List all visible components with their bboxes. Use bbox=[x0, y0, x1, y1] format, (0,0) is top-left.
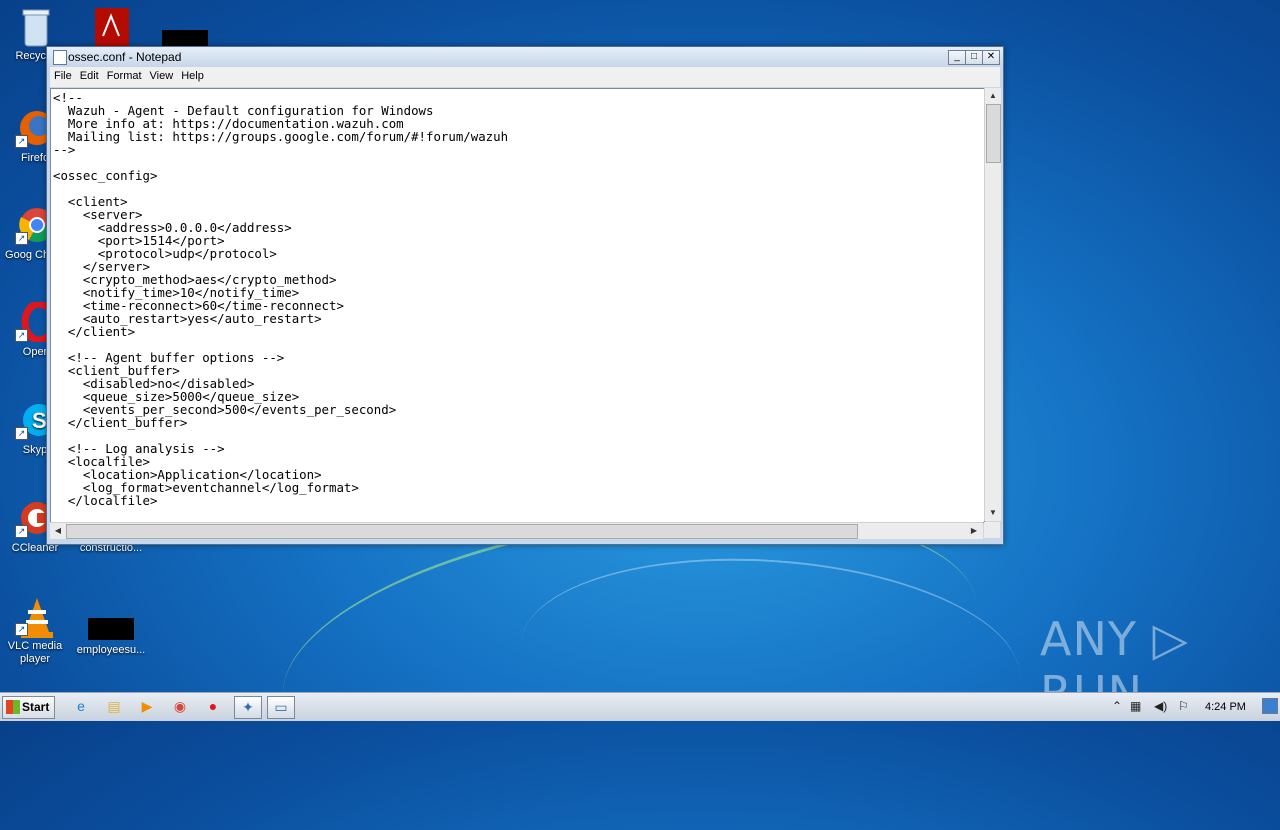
show-desktop-button[interactable] bbox=[1262, 698, 1278, 714]
taskbar-opera-icon[interactable]: ● bbox=[200, 696, 226, 717]
scroll-up-button[interactable]: ▲ bbox=[986, 89, 1000, 103]
tray-overflow-icon[interactable]: ⌃ bbox=[1112, 699, 1122, 713]
desktop-icon-vlc[interactable]: ↗ VLC media player bbox=[0, 596, 70, 666]
taskbar-clock[interactable]: 4:24 PM bbox=[1205, 701, 1246, 713]
taskbar-program-icon[interactable]: ✦ bbox=[234, 696, 262, 719]
minimize-button[interactable]: _ bbox=[948, 50, 966, 65]
menu-help[interactable]: Help bbox=[177, 67, 208, 82]
resize-grip[interactable] bbox=[984, 522, 1000, 538]
shortcut-arrow-icon: ↗ bbox=[15, 427, 28, 440]
acrobat-icon bbox=[91, 8, 131, 48]
shortcut-arrow-icon: ↗ bbox=[15, 232, 28, 245]
title-bar[interactable]: ossec.conf - Notepad _ □ ✕ bbox=[47, 47, 1003, 67]
maximize-button[interactable]: □ bbox=[965, 50, 983, 65]
notepad-icon bbox=[53, 50, 67, 65]
menu-file[interactable]: File bbox=[50, 67, 76, 82]
vertical-scrollbar[interactable]: ▲ ▼ bbox=[984, 88, 1001, 521]
taskbar: Start e ▤ ▶ ◉ ● ✦ ▭ ⌃ ▦ ◀) ⚐ 4:24 PM bbox=[0, 692, 1280, 721]
notepad-window[interactable]: ossec.conf - Notepad _ □ ✕ File Edit Forma… bbox=[46, 46, 1004, 545]
taskbar-explorer-icon[interactable]: ▤ bbox=[101, 696, 127, 717]
text-editor[interactable]: <!-- Wazuh - Agent - Default configurati… bbox=[50, 88, 985, 523]
menu-bar: File Edit Format View Help bbox=[50, 67, 1000, 87]
shortcut-arrow-icon: ↗ bbox=[15, 525, 28, 538]
start-button[interactable]: Start bbox=[2, 696, 55, 719]
windows-logo-icon bbox=[6, 700, 20, 714]
scroll-down-button[interactable]: ▼ bbox=[986, 506, 1000, 520]
menu-view[interactable]: View bbox=[146, 67, 178, 82]
black-file-icon bbox=[88, 618, 134, 640]
tray-network-icon[interactable]: ▦ bbox=[1130, 699, 1141, 713]
menu-edit[interactable]: Edit bbox=[76, 67, 103, 82]
menu-format[interactable]: Format bbox=[103, 67, 146, 82]
close-button[interactable]: ✕ bbox=[982, 50, 1000, 65]
svg-text:S: S bbox=[32, 408, 47, 433]
desktop-icon-employees[interactable]: employeesu... bbox=[76, 600, 146, 657]
taskbar-media-player-icon[interactable]: ▶ bbox=[134, 696, 160, 717]
tray-volume-icon[interactable]: ◀) bbox=[1154, 699, 1167, 713]
scroll-right-button[interactable]: ▶ bbox=[967, 524, 981, 538]
vertical-scroll-thumb[interactable] bbox=[986, 104, 1001, 163]
shortcut-arrow-icon: ↗ bbox=[15, 329, 28, 342]
horizontal-scroll-thumb[interactable] bbox=[66, 524, 858, 539]
vlc-cone-icon: ↗ bbox=[15, 596, 55, 638]
shortcut-arrow-icon: ↗ bbox=[15, 623, 28, 636]
horizontal-scrollbar[interactable]: ◀ ▶ bbox=[50, 522, 983, 539]
window-title: ossec.conf - Notepad bbox=[68, 50, 182, 64]
shortcut-arrow-icon: ↗ bbox=[15, 135, 28, 148]
scroll-left-button[interactable]: ◀ bbox=[51, 524, 65, 538]
file-content[interactable]: <!-- Wazuh - Agent - Default configurati… bbox=[51, 89, 984, 507]
tray-flag-icon[interactable]: ⚐ bbox=[1178, 699, 1189, 713]
recycle-bin-icon bbox=[15, 6, 55, 47]
taskbar-chrome-icon[interactable]: ◉ bbox=[167, 696, 193, 717]
taskbar-notepad-icon[interactable]: ▭ bbox=[267, 696, 295, 719]
taskbar-ie-icon[interactable]: e bbox=[68, 696, 94, 717]
